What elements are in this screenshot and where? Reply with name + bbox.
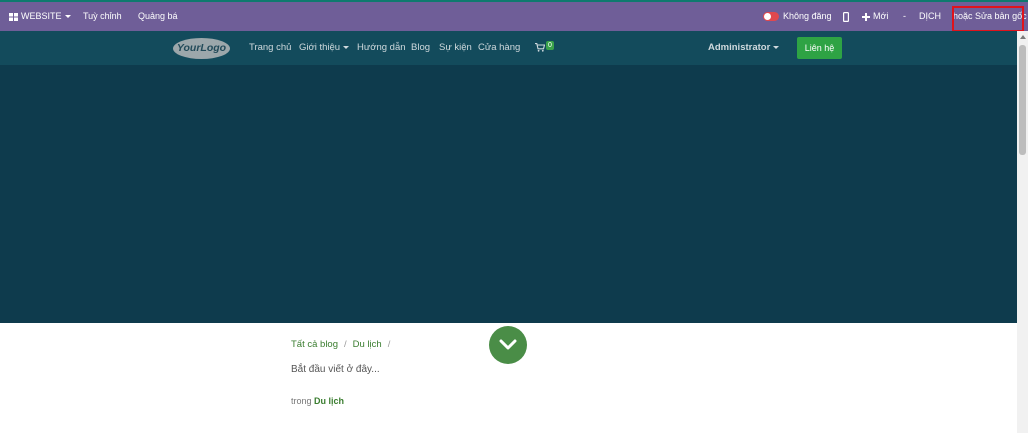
- highlight-box: [952, 6, 1024, 32]
- promote-menu[interactable]: Quảng bá: [138, 2, 178, 31]
- dash-separator: -: [903, 11, 906, 21]
- website-admin-bar: WEBSITE Tuỳ chỉnh Quảng bá Không đăng Mớ…: [0, 2, 1028, 31]
- plus-icon: [862, 12, 870, 21]
- category-link[interactable]: Du lịch: [314, 396, 344, 406]
- blog-content-placeholder[interactable]: Bắt đầu viết ở đây...: [291, 364, 380, 375]
- cart-count-badge: 0: [546, 41, 554, 50]
- new-content-button[interactable]: Mới: [862, 2, 888, 31]
- chevron-down-icon: [343, 45, 350, 49]
- website-menu-label: WEBSITE: [21, 11, 62, 21]
- breadcrumb-travel[interactable]: Du lịch: [353, 339, 382, 350]
- nav-item-blog[interactable]: Blog: [411, 31, 430, 65]
- new-content-label: Mới: [873, 11, 889, 21]
- customize-menu[interactable]: Tuỳ chỉnh: [83, 2, 122, 31]
- translate-button[interactable]: DỊCH: [919, 2, 941, 31]
- user-menu[interactable]: Administrator: [708, 31, 780, 65]
- page-scrollbar[interactable]: [1017, 31, 1028, 433]
- scroll-down-button[interactable]: [489, 326, 527, 364]
- chevron-down-icon: [64, 15, 71, 19]
- scrollbar-thumb[interactable]: [1019, 45, 1026, 155]
- user-name: Administrator: [708, 42, 771, 53]
- publish-status-label: Không đăng: [783, 11, 832, 21]
- chevron-down-icon: [499, 339, 517, 350]
- nav-item-home[interactable]: Trang chủ: [249, 31, 291, 65]
- toggle-switch-icon: [763, 12, 779, 22]
- post-category: trong Du lịch: [291, 396, 344, 406]
- mobile-preview-button[interactable]: [843, 2, 850, 31]
- mobile-phone-icon: [843, 11, 850, 22]
- chevron-down-icon: [773, 45, 780, 49]
- scroll-up-arrow-icon[interactable]: [1020, 35, 1026, 39]
- nav-item-about-label: Giới thiệu: [299, 42, 341, 53]
- contact-button[interactable]: Liên hệ: [797, 37, 842, 59]
- breadcrumb-separator: /: [387, 339, 391, 350]
- publish-toggle[interactable]: Không đăng: [763, 2, 832, 31]
- nav-item-shop[interactable]: Cửa hàng: [478, 31, 520, 65]
- cart-link[interactable]: 0: [535, 31, 554, 65]
- breadcrumb: Tất cả blog / Du lịch /: [291, 339, 396, 350]
- shopping-cart-icon: [535, 43, 546, 52]
- nav-item-events[interactable]: Sự kiện: [439, 31, 472, 65]
- category-prefix: trong: [291, 396, 312, 406]
- site-navbar: Trang chủ Giới thiệu Hướng dẫn Blog Sự k…: [0, 31, 1017, 65]
- site-logo[interactable]: YourLogo: [173, 38, 230, 59]
- apps-grid-icon: [9, 12, 18, 21]
- blog-cover-hero: [0, 65, 1017, 364]
- breadcrumb-separator: /: [344, 339, 347, 350]
- nav-item-guide[interactable]: Hướng dẫn: [357, 31, 406, 65]
- website-menu-button[interactable]: WEBSITE: [9, 2, 71, 31]
- nav-item-about[interactable]: Giới thiệu: [299, 31, 350, 65]
- breadcrumb-all-blogs[interactable]: Tất cả blog: [291, 339, 338, 350]
